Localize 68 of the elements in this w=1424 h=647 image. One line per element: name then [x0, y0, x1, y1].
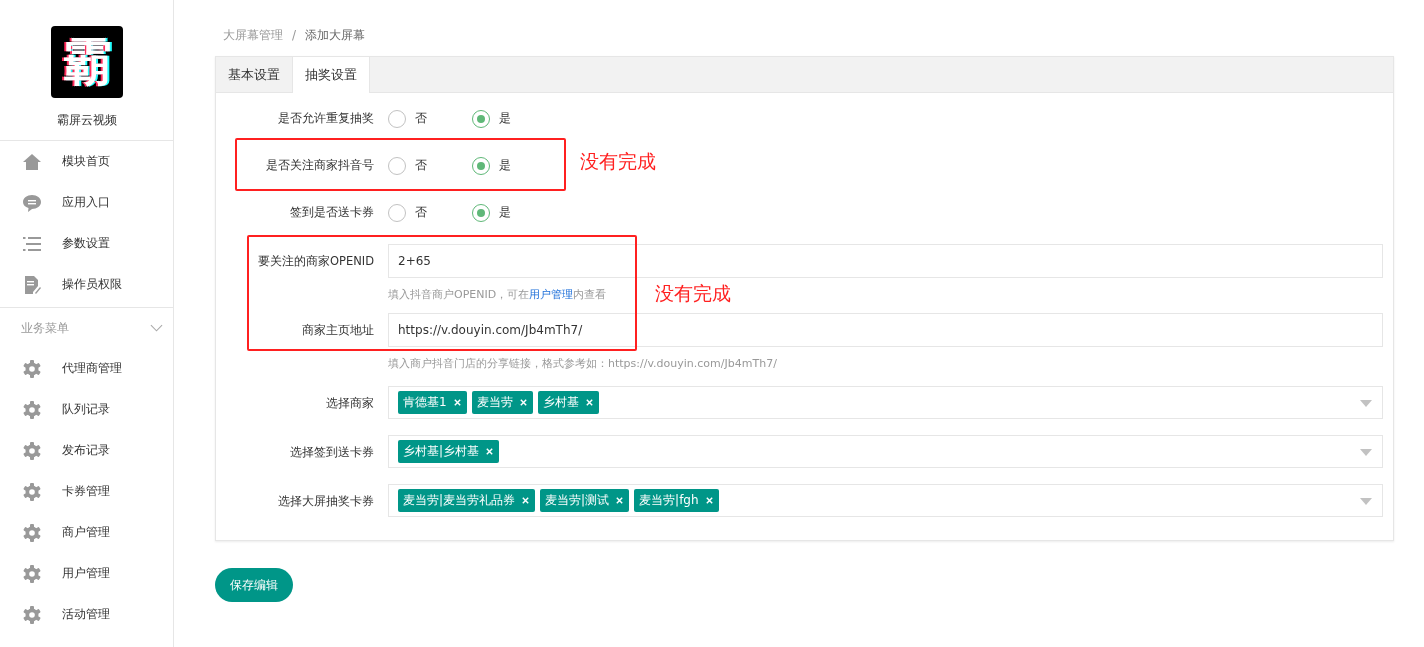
brand-name: 霸屏云视频 — [0, 112, 173, 141]
close-icon[interactable] — [704, 496, 714, 505]
chat-bubble-icon — [22, 192, 42, 213]
sidebar-item[interactable]: 代理商管理 — [0, 348, 173, 389]
hint-text: 填入抖音商户OPENID，可在用户管理内查看 — [388, 287, 607, 303]
sidebar-item[interactable]: 模块首页 — [0, 141, 173, 182]
gear-icon — [22, 358, 42, 379]
sidebar-item[interactable]: 应用入口 — [0, 182, 173, 223]
radio-option[interactable]: 是 — [472, 156, 556, 175]
tag: 乡村基|乡村基 — [398, 440, 500, 463]
breadcrumb-link[interactable]: 添加大屏幕 — [305, 26, 366, 44]
sidebar-item[interactable]: 参数设置 — [0, 223, 173, 264]
gear-icon — [22, 481, 42, 502]
sidebar-item[interactable]: 队列记录 — [0, 389, 173, 430]
close-icon[interactable] — [485, 447, 495, 456]
input-field[interactable]: 2+65 — [388, 244, 1383, 278]
logo: 霸 — [50, 26, 123, 98]
breadcrumb-separator: / — [292, 28, 297, 42]
tab[interactable]: 抽奖设置 — [293, 57, 370, 93]
link[interactable]: 用户管理 — [529, 288, 574, 301]
gear-icon — [22, 440, 42, 461]
radio-option[interactable]: 否 — [388, 203, 472, 222]
tag: 肯德基1 — [398, 391, 467, 414]
field-label: 是否允许重复抽奖 — [277, 111, 375, 126]
field-label: 签到是否送卡券 — [289, 205, 375, 220]
annotation-note: 没有完成 — [580, 149, 656, 174]
radio-option[interactable]: 否 — [388, 109, 472, 128]
home-icon — [22, 151, 42, 172]
close-icon[interactable] — [615, 496, 625, 505]
field-label: 是否关注商家抖音号 — [265, 158, 375, 173]
input-field[interactable]: https://v.douyin.com/Jb4mTh7/ — [388, 313, 1383, 347]
caret-down-icon — [1360, 400, 1372, 407]
sidebar-item[interactable]: 发布记录 — [0, 430, 173, 471]
gear-icon — [22, 522, 42, 543]
hint-text: 填入商户抖音门店的分享链接，格式参考如：https://v.douyin.com/Jb4mTh7/ — [388, 356, 777, 372]
gear-icon — [22, 604, 42, 625]
radio-option[interactable]: 是 — [472, 203, 556, 222]
sidebar-item[interactable]: 操作员权限 — [0, 264, 173, 305]
tag: 乡村基 — [537, 391, 599, 414]
radio-option[interactable]: 否 — [388, 156, 472, 175]
multi-select-field[interactable]: 肯德基1 麦当劳 乡村基 — [388, 386, 1383, 419]
field-label: 要关注的商家OPENID — [256, 253, 375, 270]
sidebar-item[interactable]: 活动管理 — [0, 594, 173, 635]
caret-down-icon — [1360, 449, 1372, 456]
field-label: 选择商家 — [325, 395, 375, 412]
field-label: 商家主页地址 — [301, 322, 375, 339]
close-icon[interactable] — [521, 496, 531, 505]
gear-icon — [22, 399, 42, 420]
close-icon[interactable] — [452, 398, 462, 407]
field-label: 选择大屏抽奖卡券 — [277, 493, 375, 510]
sidebar-item[interactable]: 用户管理 — [0, 553, 173, 594]
save-button[interactable]: 保存编辑 — [215, 568, 293, 602]
gear-icon — [22, 563, 42, 584]
tag: 麦当劳 — [471, 391, 533, 414]
tag: 麦当劳|测试 — [540, 489, 630, 512]
document-edit-icon — [22, 274, 42, 295]
annotation-note: 没有完成 — [655, 281, 731, 306]
caret-down-icon — [1360, 498, 1372, 505]
sidebar-item[interactable]: 卡券管理 — [0, 471, 173, 512]
multi-select-field[interactable]: 乡村基|乡村基 — [388, 435, 1383, 468]
radio-option[interactable]: 是 — [472, 109, 556, 128]
tag: 麦当劳|fgh — [634, 489, 719, 512]
sidebar-item[interactable]: 商户管理 — [0, 512, 173, 553]
close-icon[interactable] — [518, 398, 528, 407]
multi-select-field[interactable]: 麦当劳|麦当劳礼品券 麦当劳|测试 麦当劳|fgh — [388, 484, 1383, 517]
field-label: 选择签到送卡券 — [289, 444, 375, 461]
tag: 麦当劳|麦当劳礼品券 — [398, 489, 536, 512]
close-icon[interactable] — [584, 398, 594, 407]
